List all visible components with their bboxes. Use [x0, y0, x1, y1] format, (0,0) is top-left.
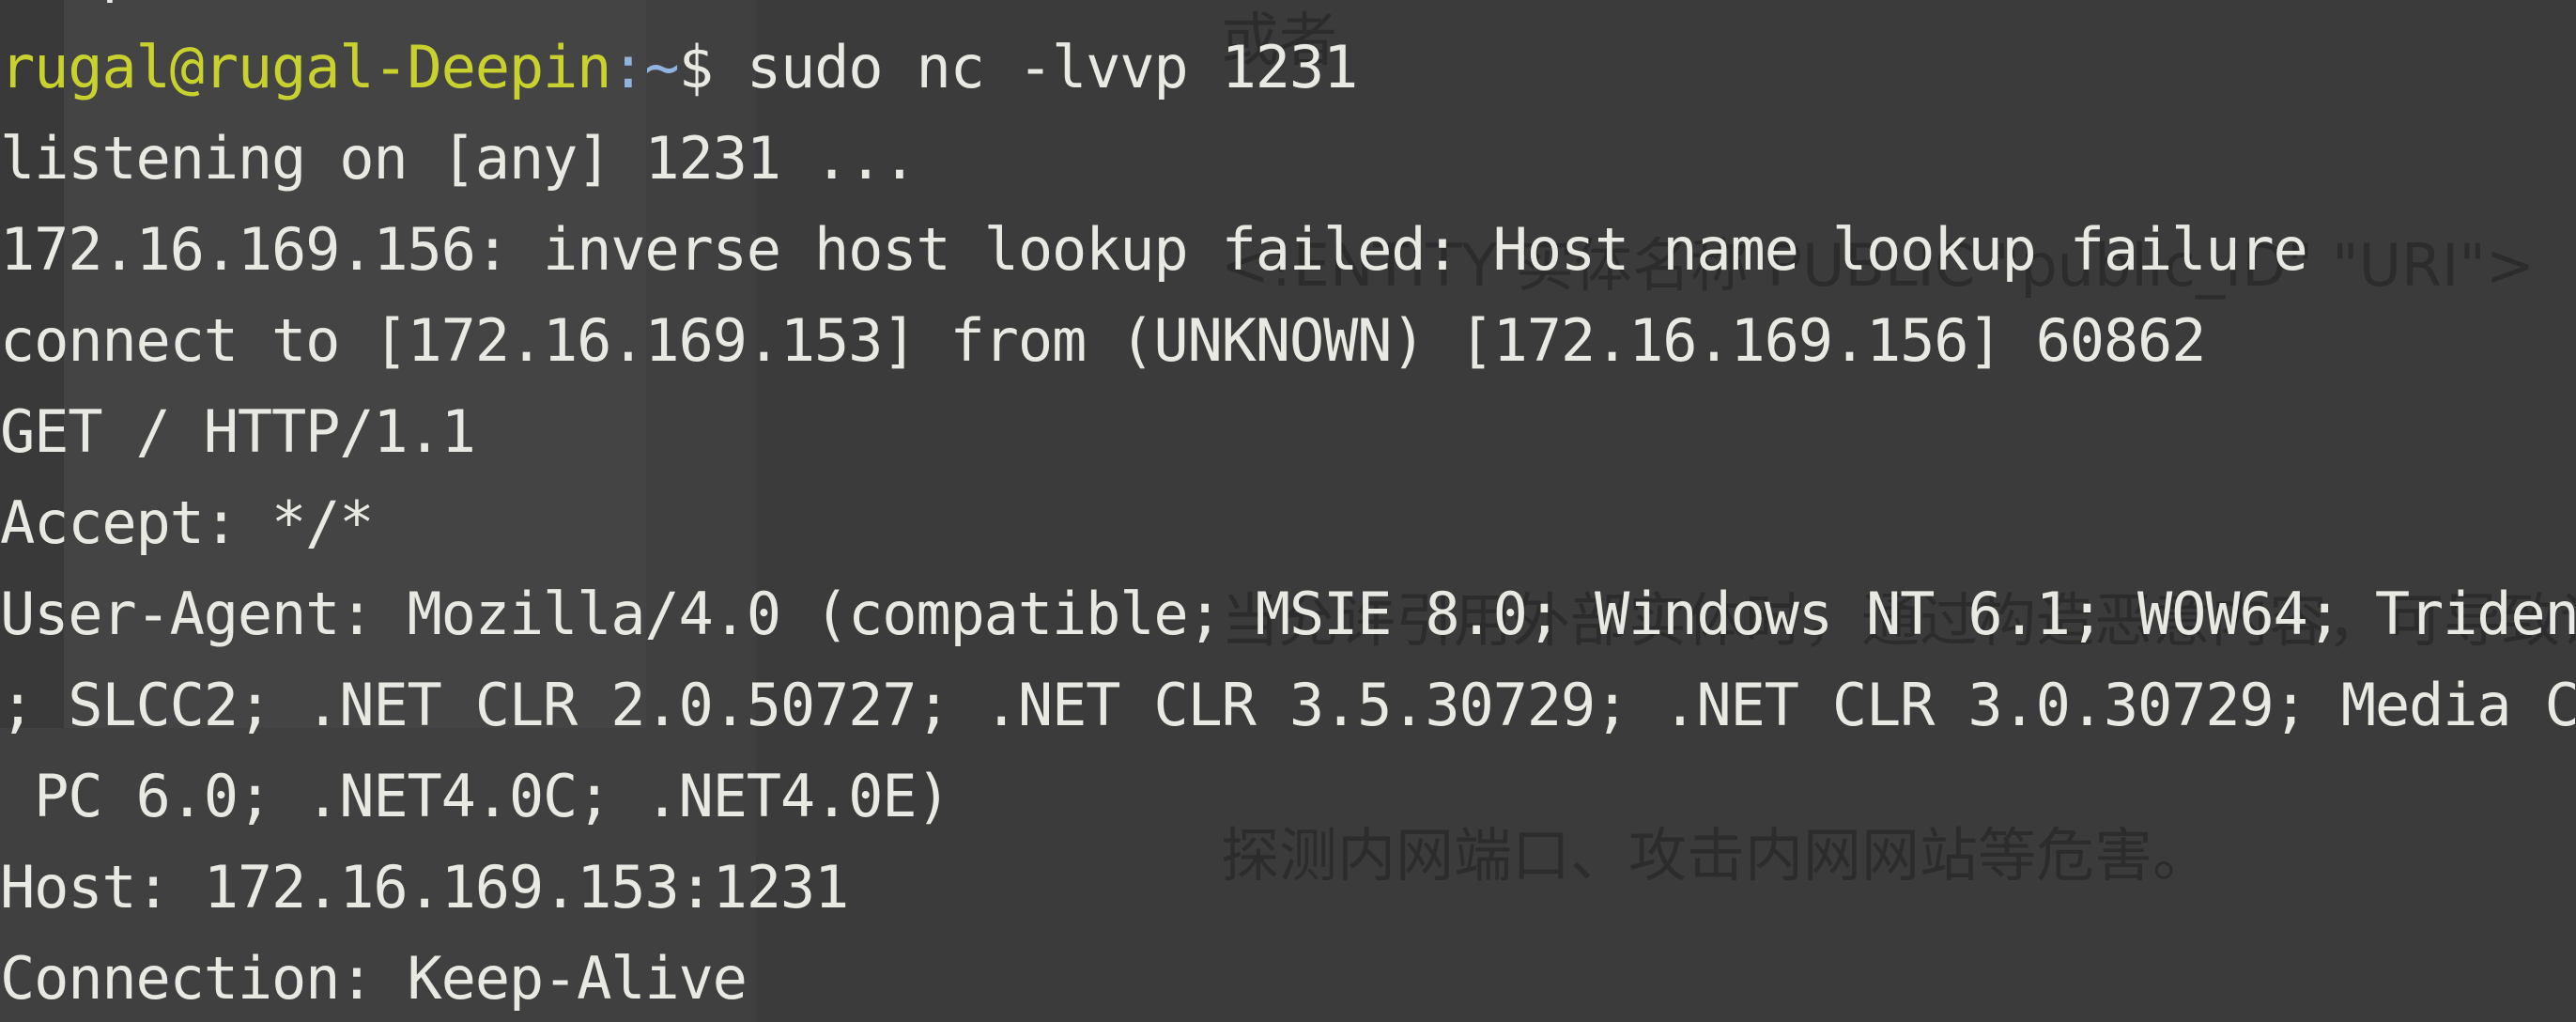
terminal-line: Accept: */*: [0, 488, 375, 557]
terminal-line: Connection: Keep-Alive: [0, 944, 748, 1013]
terminal-line: PC 6.0; .NET4.0C; .NET4.0E): [0, 762, 951, 830]
terminal-line: Host: 172.16.169.153:1231: [0, 853, 849, 921]
terminal-line-partial: p: [0, 0, 136, 16]
terminal-line: User-Agent: Mozilla/4.0 (compatible; MSI…: [0, 580, 2576, 648]
terminal-prompt-line: rugal@rugal-Deepin:~$ sudo nc -lvvp 1231: [0, 22, 1358, 113]
terminal-line: GET / HTTP/1.1: [0, 397, 476, 466]
terminal-line: ; SLCC2; .NET CLR 2.0.50727; .NET CLR 3.…: [0, 671, 2576, 739]
terminal-line: listening on [any] 1231 ...: [0, 124, 918, 193]
prompt-user-host: rugal@rugal-Deepin: [0, 33, 611, 101]
terminal-line: 172.16.169.156: inverse host lookup fail…: [0, 215, 2308, 284]
terminal-screen: 或者 <!ENTITY 实体名称 PUBLIC "public_ID" "URI…: [0, 0, 2576, 1022]
prompt-path: :~: [610, 33, 679, 101]
terminal-line: connect to [172.16.169.153] from (UNKNOW…: [0, 306, 2206, 375]
prompt-symbol: $: [678, 33, 747, 101]
prompt-command: sudo nc -lvvp 1231: [746, 33, 1358, 101]
terminal-output[interactable]: p rugal@rugal-Deepin:~$ sudo nc -lvvp 12…: [0, 0, 2576, 1022]
